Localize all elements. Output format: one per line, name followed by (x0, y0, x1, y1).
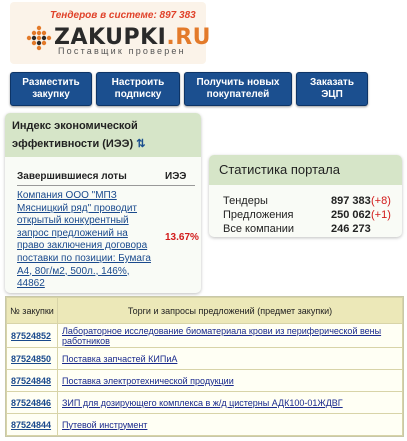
iee-panel: Индекс экономической эффективности (ИЭЭ)… (5, 113, 201, 293)
col-number-header: № закупки (6, 297, 58, 324)
col-iee: ИЭЭ (165, 171, 187, 182)
stat-delta: (+1) (371, 209, 391, 221)
stat-value: 250 062 (331, 209, 371, 221)
btn2-line1: Настроить (111, 77, 165, 88)
table-row: 87524852 Лабораторное исследование биома… (6, 323, 403, 348)
row-subject-cell: Поставка электротехнической продукции (57, 369, 403, 392)
col-completed-lots: Завершившиеся лоты (17, 171, 127, 182)
stat-row-companies: Все компании 246 273 (219, 223, 395, 237)
portal-stats-panel: Статистика портала Тендеры 897 383 (+8) … (209, 155, 402, 237)
tender-subject-link[interactable]: Поставка электротехнической продукции (62, 376, 234, 386)
table-row: 87524846 ЗИП для дозирующего комплекса в… (6, 391, 403, 414)
stat-label: Все компании (223, 223, 295, 235)
row-subject-cell: ЗИП для дозирующего комплекса в ж/д цист… (57, 391, 403, 414)
table-row: 87524844 Путевой инструмент (6, 413, 403, 436)
iee-value: 13.67% (165, 232, 199, 243)
col-subject-header: Торги и запросы предложений (предмет зак… (57, 297, 403, 324)
btn4-line2: ЭЦП (321, 89, 343, 100)
sort-icon[interactable]: ⇅ (136, 138, 145, 150)
divider (17, 185, 195, 186)
tender-number-link[interactable]: 87524846 (11, 398, 51, 408)
stat-value: 246 273 (331, 223, 371, 235)
logo-tagline: Поставщик проверен (58, 46, 186, 56)
stats-header: Статистика портала (209, 155, 402, 185)
btn3-line2: покупателей (206, 89, 270, 100)
configure-subscription-button[interactable]: Настроить подписку (96, 72, 180, 106)
tender-subject-link[interactable]: Путевой инструмент (62, 420, 147, 430)
logo-dots-icon (26, 25, 52, 51)
tender-subject-link[interactable]: Поставка запчастей КИПиА (62, 354, 177, 364)
tenders-table: № закупки Торги и запросы предложений (п… (5, 296, 404, 437)
stats-title: Статистика портала (219, 162, 340, 177)
row-number-cell: 87524852 (6, 323, 58, 348)
get-new-buyers-button[interactable]: Получить новых покупателей (184, 72, 292, 106)
iee-panel-header: Индекс экономической эффективности (ИЭЭ)… (5, 113, 201, 157)
site-logo[interactable]: Тендеров в системе: 897 383 ZAKUPKI.RU П… (10, 2, 211, 64)
row-number-cell: 87524846 (6, 391, 58, 414)
row-number-cell: 87524850 (6, 347, 58, 370)
table-row: 87524848 Поставка электротехнической про… (6, 369, 403, 392)
stat-label: Тендеры (223, 195, 268, 207)
row-subject-cell: Поставка запчастей КИПиА (57, 347, 403, 370)
btn1-line1: Разместить (22, 77, 80, 88)
btn1-line2: закупку (32, 89, 70, 100)
stat-row-tenders: Тендеры 897 383 (+8) (219, 195, 395, 209)
stat-delta: (+8) (371, 195, 391, 207)
iee-title: Индекс экономической эффективности (ИЭЭ)… (12, 120, 146, 150)
place-purchase-button[interactable]: Разместить закупку (10, 72, 92, 106)
order-ecp-button[interactable]: Заказать ЭЦП (296, 72, 368, 106)
tender-subject-link[interactable]: Лабораторное исследование биоматериала к… (62, 326, 381, 346)
row-number-cell: 87524844 (6, 413, 58, 436)
tender-number-link[interactable]: 87524852 (11, 331, 51, 341)
stat-value: 897 383 (331, 195, 371, 207)
table-row: 87524850 Поставка запчастей КИПиА (6, 347, 403, 370)
btn2-line2: подписку (114, 89, 162, 100)
completed-lot-link[interactable]: Компания ООО "МПЗ Мясницкий ряд" проводи… (17, 190, 157, 291)
stat-row-offers: Предложения 250 062 (+1) (219, 209, 395, 223)
btn4-line1: Заказать (310, 77, 354, 88)
tender-number-link[interactable]: 87524850 (11, 354, 51, 364)
row-subject-cell: Лабораторное исследование биоматериала к… (57, 323, 403, 348)
row-number-cell: 87524848 (6, 369, 58, 392)
tender-number-link[interactable]: 87524844 (11, 420, 51, 430)
tender-number-link[interactable]: 87524848 (11, 376, 51, 386)
tenders-count-line: Тендеров в системе: 897 383 (50, 10, 196, 21)
tender-subject-link[interactable]: ЗИП для дозирующего комплекса в ж/д цист… (62, 398, 343, 408)
btn3-line1: Получить новых (196, 77, 280, 88)
stat-label: Предложения (223, 209, 294, 221)
row-subject-cell: Путевой инструмент (57, 413, 403, 436)
